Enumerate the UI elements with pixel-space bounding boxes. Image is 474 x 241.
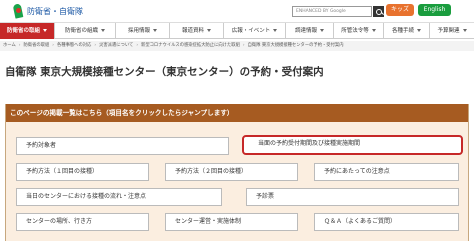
breadcrumb-initiatives[interactable]: 防衛省の取組: [23, 41, 49, 51]
toc-link-method-first[interactable]: 予約方法（１回目の接種）: [16, 163, 149, 181]
toc-link-location[interactable]: センターの場所、行き方: [16, 213, 149, 231]
breadcrumb: ホーム › 防衛省の取組 › 各種事態への対応 › 災害派遣について › 新型コロナウイ…: [0, 41, 474, 51]
breadcrumb-home[interactable]: ホーム: [3, 41, 16, 51]
nav-item-initiatives[interactable]: 防衛省の取組: [0, 23, 55, 39]
english-button[interactable]: English: [418, 4, 451, 16]
chevron-down-icon: [462, 29, 467, 32]
chevron-down-icon: [207, 29, 211, 32]
chevron-down-icon: [371, 29, 376, 32]
global-nav: 防衛省の取組 防衛省の組織 採用情報 報道資料 広報・イベント 調達情報 所管法…: [0, 22, 474, 39]
chevron-down-icon: [153, 29, 157, 32]
toc-link-method-second[interactable]: 予約方法（２回目の接種）: [165, 163, 298, 181]
search-input[interactable]: ENHANCED BY Google: [292, 6, 372, 17]
nav-item-budget[interactable]: 予算関連: [430, 23, 474, 39]
logo-text: 防衛省・自衛隊: [27, 6, 83, 16]
page-title: 自衛隊 東京大規模接種センター（東京センター）の予約・受付案内: [5, 66, 324, 78]
breadcrumb-covid[interactable]: 新型コロナウイルスの感染症拡大防止に向けた取組: [141, 41, 240, 51]
emblem-icon: [11, 3, 25, 19]
chevron-down-icon: [273, 29, 278, 32]
toc-link-eligible[interactable]: 予約対象者: [16, 137, 229, 155]
nav-item-organization[interactable]: 防衛省の組織: [55, 23, 116, 39]
chevron-down-icon: [417, 29, 421, 32]
search-button[interactable]: [373, 6, 384, 17]
breadcrumb-disaster-dispatch[interactable]: 災害派遣について: [99, 41, 133, 51]
chevron-down-icon: [101, 29, 105, 32]
toc-link-questionnaire[interactable]: 予診票: [246, 188, 459, 206]
toc-link-operation[interactable]: センター運営・実施体制: [165, 213, 298, 231]
breadcrumb-contingencies[interactable]: 各種事態への対応: [57, 41, 91, 51]
nav-item-recruitment[interactable]: 採用情報: [116, 23, 170, 39]
nav-item-laws[interactable]: 所管法令等: [334, 23, 384, 39]
nav-item-procedures[interactable]: 各種手続: [384, 23, 430, 39]
site-logo[interactable]: 防衛省・自衛隊: [11, 3, 83, 19]
toc-link-reservation-period[interactable]: 当面の予約受付期間及び接種実施期間: [242, 135, 463, 155]
search-icon: [375, 8, 382, 15]
nav-item-procurement[interactable]: 調達情報: [286, 23, 334, 39]
toc-section: このページの掲載一覧はこちら（項目名をクリックしたらジャンプします） 予約対象者…: [5, 104, 469, 241]
chevron-down-icon: [43, 29, 47, 32]
nav-item-pr-events[interactable]: 広報・イベント: [224, 23, 286, 39]
toc-heading: このページの掲載一覧はこちら（項目名をクリックしたらジャンプします）: [6, 104, 468, 122]
kids-button[interactable]: キッズ: [386, 4, 414, 16]
breadcrumb-current: 自衛隊 東京大規模接種センターの予約・受付案内: [247, 43, 344, 48]
toc-link-day-flow[interactable]: 当日のセンターにおける接種の流れ・注意点: [16, 188, 222, 206]
toc-link-faq[interactable]: Ｑ＆Ａ（よくあるご質問）: [314, 213, 459, 231]
site-header: 防衛省・自衛隊 ENHANCED BY Google キッズ English: [0, 0, 474, 22]
chevron-down-icon: [320, 29, 324, 32]
toc-link-notes[interactable]: 予約にあたっての注意点: [314, 163, 459, 181]
nav-item-press[interactable]: 報道資料: [170, 23, 224, 39]
